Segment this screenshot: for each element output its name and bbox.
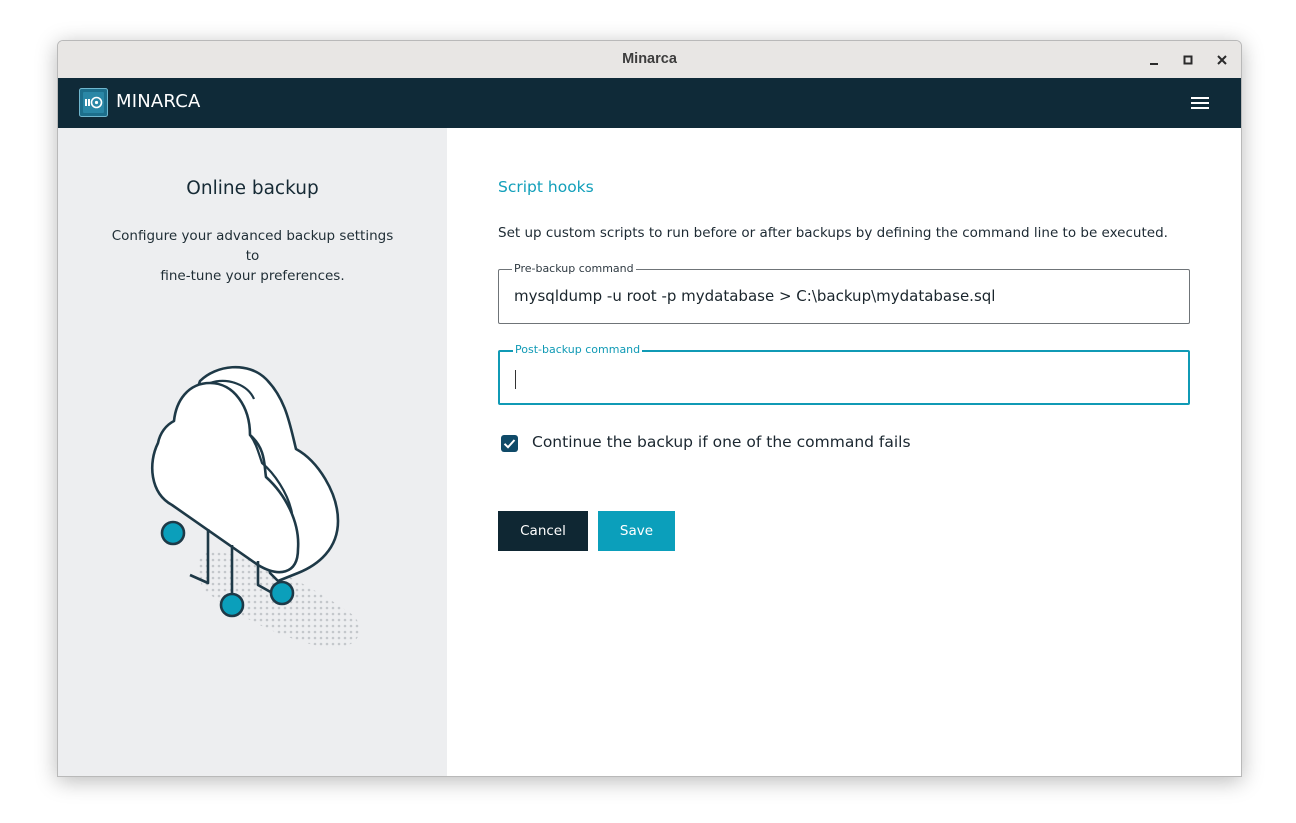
app-window: Minarca MINARCA Online backup Configure …	[57, 40, 1242, 777]
continue-on-failure-label[interactable]: Continue the backup if one of the comman…	[532, 433, 911, 451]
section-title: Script hooks	[498, 178, 594, 196]
pre-backup-command-value[interactable]: mysqldump -u root -p mydatabase > C:\bac…	[514, 287, 995, 305]
close-icon	[1217, 55, 1227, 65]
minimize-button[interactable]	[1144, 50, 1164, 70]
continue-on-failure-checkbox[interactable]	[501, 435, 518, 452]
cancel-button[interactable]: Cancel	[498, 511, 588, 551]
title-bar[interactable]: Minarca	[58, 41, 1241, 79]
panel-description-line1: Configure your advanced backup settings …	[111, 228, 394, 264]
minimize-icon	[1150, 63, 1158, 65]
cloud-network-illustration	[150, 365, 360, 649]
panel-description: Configure your advanced backup settings …	[103, 226, 402, 286]
pre-backup-command-field[interactable]: Pre-backup command mysqldump -u root -p …	[498, 262, 1190, 324]
settings-panel: Script hooks Set up custom scripts to ru…	[447, 128, 1241, 776]
checkmark-icon	[503, 439, 516, 449]
minarca-logo-icon	[79, 88, 108, 117]
post-backup-command-label: Post-backup command	[513, 343, 643, 357]
app-header: MINARCA	[58, 78, 1241, 128]
close-button[interactable]	[1212, 50, 1232, 70]
panel-title: Online backup	[186, 178, 319, 199]
post-backup-command-field[interactable]: Post-backup command	[498, 343, 1190, 405]
brand-name: MINARCA	[116, 91, 201, 112]
section-description: Set up custom scripts to run before or a…	[498, 225, 1168, 241]
panel-description-line2: fine-tune your preferences.	[160, 268, 345, 284]
pre-backup-command-label: Pre-backup command	[512, 262, 636, 276]
info-panel: Online backup Configure your advanced ba…	[58, 128, 447, 776]
window-title: Minarca	[622, 51, 677, 67]
hamburger-menu-button[interactable]	[1189, 94, 1211, 112]
maximize-icon	[1183, 55, 1193, 65]
hamburger-menu-icon	[1191, 97, 1209, 109]
maximize-button[interactable]	[1178, 50, 1198, 70]
text-caret	[515, 370, 516, 389]
save-button[interactable]: Save	[598, 511, 675, 551]
